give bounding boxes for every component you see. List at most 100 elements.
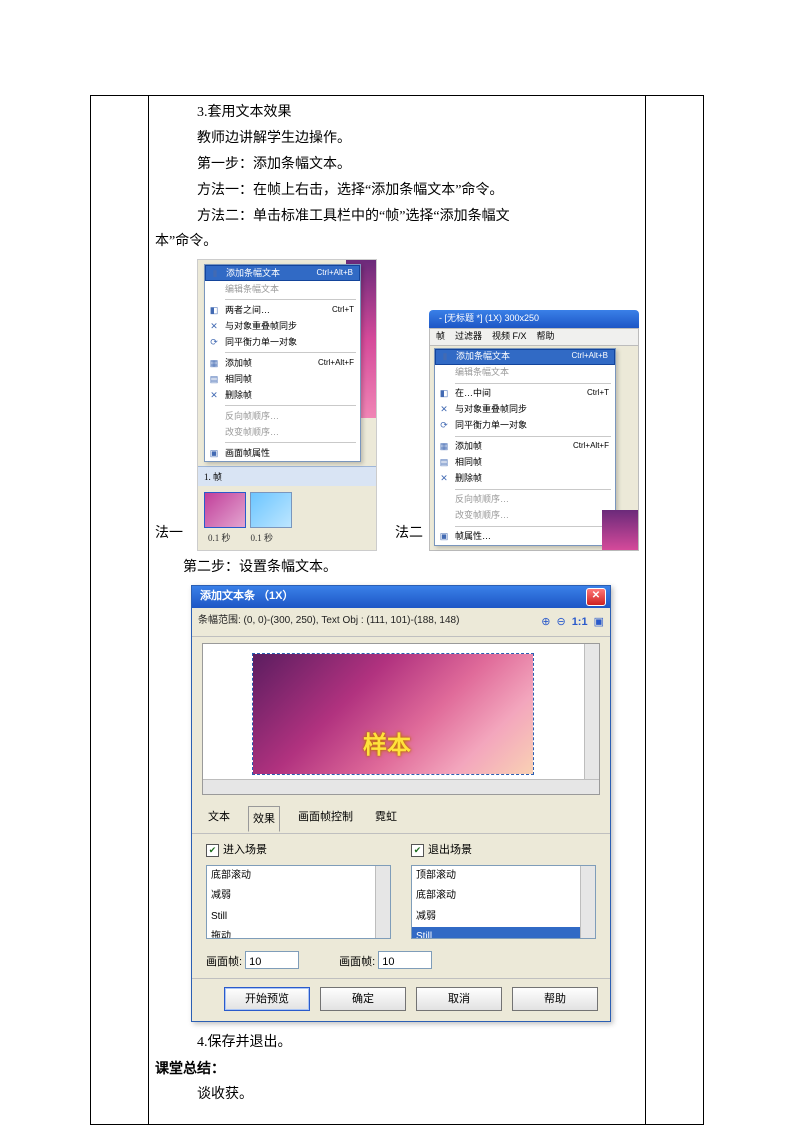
menubar-help[interactable]: 帮助 — [537, 328, 555, 345]
menu-equalize[interactable]: ⟳同平衡力单一对象 — [205, 334, 360, 350]
layout-table: 3.套用文本效果 教师边讲解学生边操作。 第一步：添加条幅文本。 方法一：在帧上… — [90, 95, 704, 1125]
dup-frame-icon: ▤ — [208, 373, 220, 385]
menu-add-frame[interactable]: ▦添加帧Ctrl+Alt+F — [205, 355, 360, 371]
enter-frame-input[interactable]: 10 — [245, 951, 299, 969]
menu-add-frame[interactable]: ▦添加帧Ctrl+Alt+F — [435, 439, 615, 455]
para-save: 4.保存并退出。 — [155, 1030, 639, 1056]
dropdown-menu-2[interactable]: ▮添加条幅文本Ctrl+Alt+B 编辑条幅文本 ◧在…中间Ctrl+T ✕与对… — [434, 348, 616, 546]
props-icon: ▣ — [438, 531, 450, 543]
enter-scene-checkbox[interactable]: ✔进入场景 — [206, 840, 391, 860]
add-text-bar-dialog: 添加文本条 （1X） ✕ 条幅范围: (0, 0)-(300, 250), Te… — [191, 585, 611, 1022]
menu-add-banner[interactable]: ▮ 添加条幅文本Ctrl+Alt+B — [205, 265, 360, 281]
tab-frame-control[interactable]: 画面帧控制 — [294, 805, 357, 831]
frames-row — [204, 492, 376, 528]
frame-durations: 0.1 秒0.1 秒 — [198, 530, 376, 550]
figure-1-label: 法一 — [155, 521, 191, 551]
sample-text: 样本 — [363, 724, 411, 768]
exit-frame-input[interactable]: 10 — [378, 951, 432, 969]
sync-icon: ⟳ — [438, 420, 450, 432]
del-frame-icon: ✕ — [208, 389, 220, 401]
menu-frame-props[interactable]: ▣画面帧属性 — [205, 445, 360, 461]
enter-effects-list[interactable]: 底部滚动减弱Still拖动垂直合并顶部合并 — [206, 865, 391, 939]
menu-edit-banner[interactable]: 编辑条幅文本 — [435, 365, 615, 381]
x-icon: ✕ — [208, 320, 220, 332]
menu-del-frame[interactable]: ✕删除帧 — [205, 387, 360, 403]
content: 3.套用文本效果 教师边讲解学生边操作。 第一步：添加条幅文本。 方法一：在帧上… — [149, 96, 645, 1124]
preview-button[interactable]: 开始预览 — [224, 987, 310, 1011]
menubar-view[interactable]: 视频 F/X — [492, 328, 527, 345]
two-figures-row: 法一 ▮ 添加条幅文本Ctrl+Alt+B 编辑条幅文本 — [155, 259, 639, 550]
dialog-infobar: 条幅范围: (0, 0)-(300, 250), Text Obj : (111… — [192, 608, 610, 637]
menu-dup-frame[interactable]: ▤相同帧 — [435, 455, 615, 471]
menu-equalize[interactable]: ⟳同平衡力单一对象 — [435, 418, 615, 434]
list-item[interactable]: 底部滚动 — [412, 886, 595, 907]
dup-frame-icon: ▤ — [438, 457, 450, 469]
menu-reverse[interactable]: 反向帧顺序… — [435, 492, 615, 508]
summary-body: 谈收获。 — [155, 1082, 639, 1108]
preview-area: 样本 — [202, 643, 600, 795]
scrollbar-vertical[interactable] — [584, 644, 599, 794]
list-item[interactable]: 减弱 — [207, 886, 390, 907]
menu-between[interactable]: ◧两者之间…Ctrl+T — [205, 302, 360, 318]
zoom-ratio[interactable]: 1:1 — [572, 612, 588, 632]
context-menu-1[interactable]: ▮ 添加条幅文本Ctrl+Alt+B 编辑条幅文本 ◧两者之间…Ctrl+T ✕… — [204, 264, 361, 462]
figure-method-2: - [无标题 *] (1X) 300x250 帧 过滤器 视频 F/X 帮助 ▮… — [429, 310, 639, 551]
frame-thumb-1[interactable] — [204, 492, 246, 528]
exit-scene-checkbox[interactable]: ✔退出场景 — [411, 840, 596, 860]
list-item[interactable]: 减弱 — [412, 907, 595, 928]
menu-same-length[interactable]: ✕与对象重叠帧同步 — [435, 402, 615, 418]
banner-icon: ▮ — [439, 351, 451, 363]
window-menubar[interactable]: 帧 过滤器 视频 F/X 帮助 — [429, 328, 639, 346]
menu-frame-props-2[interactable]: ▣帧属性… — [435, 529, 615, 545]
col-left — [91, 96, 149, 1125]
add-frame-icon: ▦ — [208, 357, 220, 369]
menu-del-frame[interactable]: ✕删除帧 — [435, 471, 615, 487]
menu-change-order[interactable]: 改变帧顺序… — [435, 508, 615, 524]
frame-count-row: 画面帧: 10 画面帧: 10 — [192, 945, 610, 978]
frame-thumb-2[interactable] — [250, 492, 292, 528]
menu-in-middle[interactable]: ◧在…中间Ctrl+T — [435, 386, 615, 402]
list-item[interactable]: Still — [207, 907, 390, 928]
list-item[interactable]: 顶部滚动 — [412, 866, 595, 887]
between-icon: ◧ — [208, 304, 220, 316]
frames-tab[interactable]: 1. 帧 — [198, 466, 376, 486]
range-text: 条幅范围: (0, 0)-(300, 250), Text Obj : (111… — [198, 612, 459, 631]
menu-edit-banner[interactable]: 编辑条幅文本 — [205, 281, 360, 297]
ok-button[interactable]: 确定 — [320, 987, 406, 1011]
effects-panel: ✔进入场景 底部滚动减弱Still拖动垂直合并顶部合并 ✔退出场景 顶部滚动底部… — [192, 834, 610, 944]
exit-effects-list[interactable]: 顶部滚动底部滚动减弱Still拖动垂直合并 — [411, 865, 596, 939]
page: 3.套用文本效果 教师边讲解学生边操作。 第一步：添加条幅文本。 方法一：在帧上… — [0, 0, 800, 1132]
para: 方法一：在帧上右击，选择“添加条幅文本”命令。 — [155, 178, 639, 204]
help-button[interactable]: 帮助 — [512, 987, 598, 1011]
banner-icon: ▮ — [209, 267, 221, 279]
menu-dup-frame[interactable]: ▤相同帧 — [205, 371, 360, 387]
fit-icon[interactable]: ▣ — [594, 612, 604, 632]
menu-reverse[interactable]: 反向帧顺序… — [205, 408, 360, 424]
list-item[interactable]: 拖动 — [207, 927, 390, 939]
del-frame-icon: ✕ — [438, 473, 450, 485]
list-item[interactable]: 底部滚动 — [207, 866, 390, 887]
para-step2: 第二步：设置条幅文本。 — [155, 555, 639, 581]
dialog-tabs: 文本 效果 画面帧控制 霓虹 — [192, 801, 610, 834]
scrollbar-horizontal[interactable] — [203, 779, 599, 794]
tab-text[interactable]: 文本 — [204, 805, 234, 831]
sync-icon: ⟳ — [208, 336, 220, 348]
zoom-out-icon[interactable]: ⊖ — [556, 612, 565, 632]
menu-add-banner[interactable]: ▮添加条幅文本Ctrl+Alt+B — [435, 349, 615, 365]
close-button[interactable]: ✕ — [586, 588, 606, 606]
col-right — [646, 96, 704, 1125]
window-titlebar: - [无标题 *] (1X) 300x250 — [429, 310, 639, 328]
menu-same-length[interactable]: ✕与对象重叠帧同步 — [205, 318, 360, 334]
menubar-filter[interactable]: 过滤器 — [455, 328, 482, 345]
zoom-in-icon[interactable]: ⊕ — [541, 612, 550, 632]
props-icon: ▣ — [208, 447, 220, 459]
add-frame-icon: ▦ — [438, 441, 450, 453]
cancel-button[interactable]: 取消 — [416, 987, 502, 1011]
menubar-frame[interactable]: 帧 — [436, 328, 445, 345]
menu-change-order[interactable]: 改变帧顺序… — [205, 424, 360, 440]
tab-effects[interactable]: 效果 — [248, 806, 280, 832]
list-item[interactable]: Still — [412, 927, 595, 939]
dialog-buttons: 开始预览 确定 取消 帮助 — [192, 978, 610, 1021]
tab-neon[interactable]: 霓虹 — [371, 805, 401, 831]
para: 教师边讲解学生边操作。 — [155, 126, 639, 152]
